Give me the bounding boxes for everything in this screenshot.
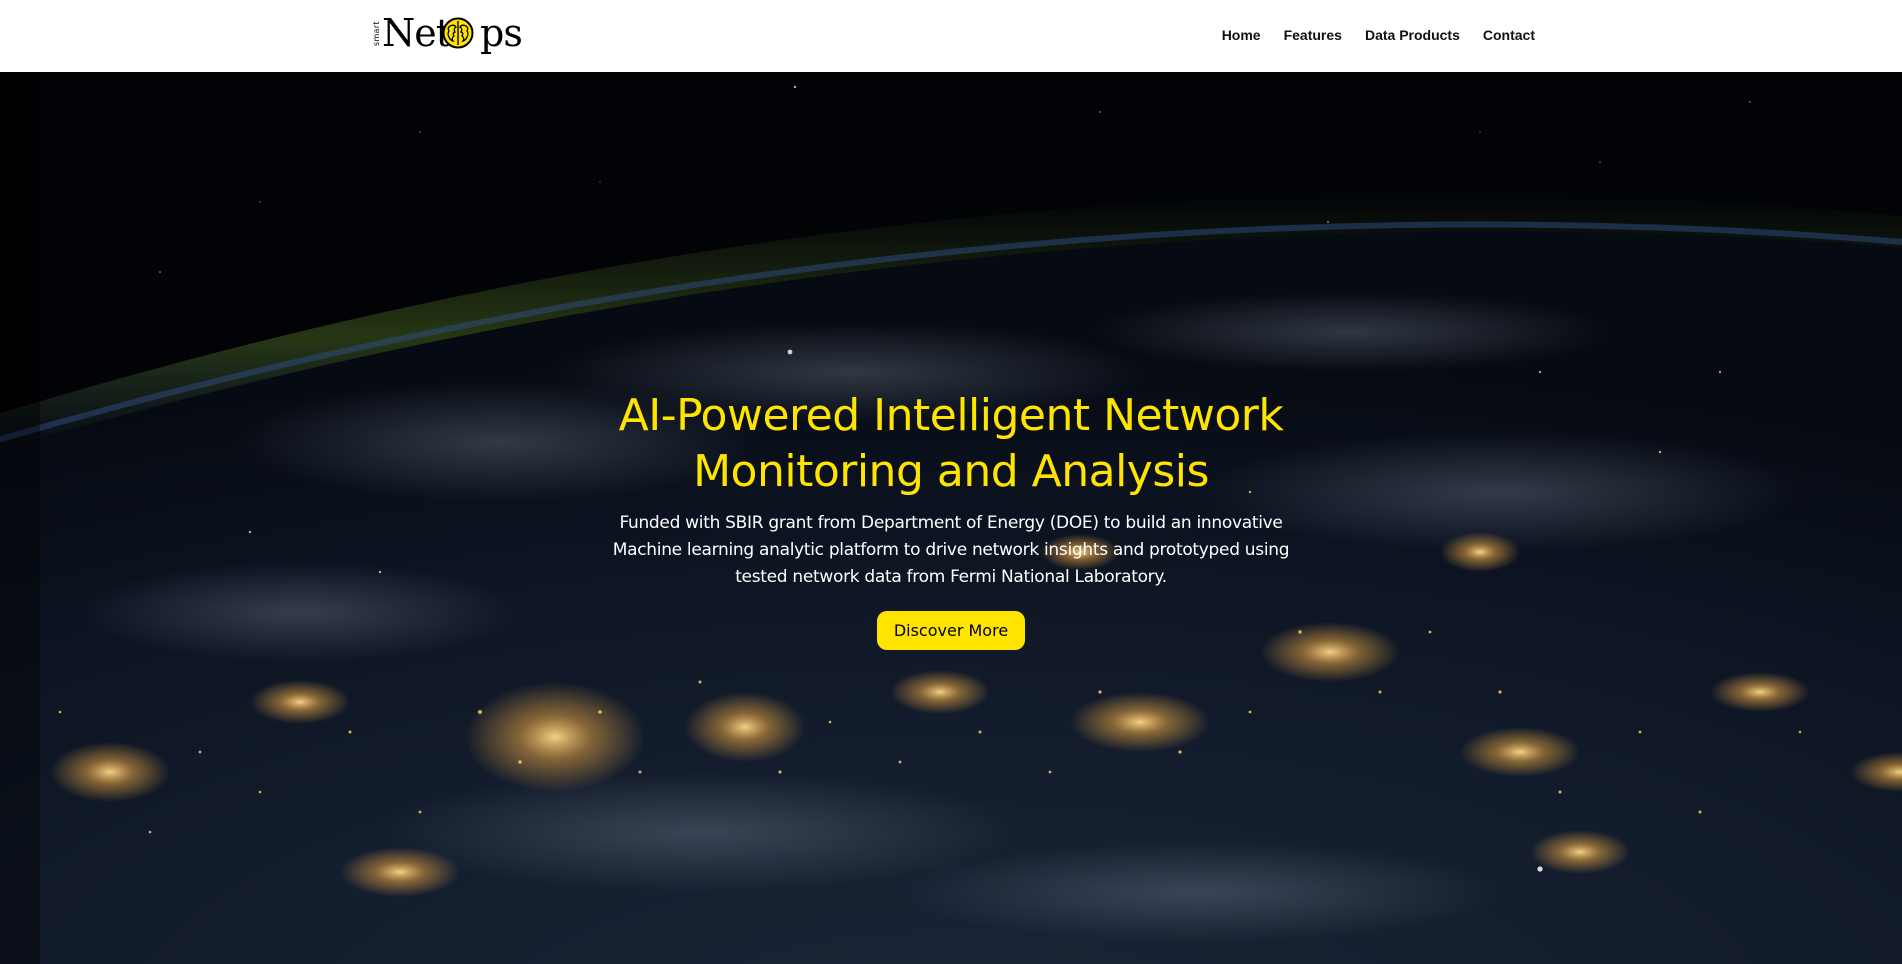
logo-text-right: ps bbox=[480, 11, 523, 55]
main-nav: Home Features Data Products Contact bbox=[1222, 24, 1535, 46]
logo-small-text: smart bbox=[372, 21, 381, 47]
hero-title-line-1: AI-Powered Intelligent Network bbox=[618, 390, 1284, 441]
nav-home[interactable]: Home bbox=[1222, 24, 1261, 46]
discover-more-button[interactable]: Discover More bbox=[876, 611, 1026, 650]
hero-section: AI-Powered Intelligent Network Monitorin… bbox=[0, 72, 1902, 964]
hero-title: AI-Powered Intelligent Network Monitorin… bbox=[501, 388, 1401, 500]
hero-content: AI-Powered Intelligent Network Monitorin… bbox=[0, 388, 1902, 650]
nav-contact[interactable]: Contact bbox=[1483, 24, 1535, 46]
nav-data-products[interactable]: Data Products bbox=[1365, 24, 1460, 46]
site-header: smart Net ps Home Features Data Products … bbox=[0, 0, 1902, 72]
hero-title-line-2: Monitoring and Analysis bbox=[693, 446, 1209, 497]
nav-features[interactable]: Features bbox=[1284, 24, 1342, 46]
brain-icon bbox=[442, 17, 474, 49]
logo-text-left: Net bbox=[382, 11, 451, 55]
hero-description: Funded with SBIR grant from Department o… bbox=[612, 513, 1290, 587]
site-logo[interactable]: smart Net ps bbox=[372, 11, 523, 57]
